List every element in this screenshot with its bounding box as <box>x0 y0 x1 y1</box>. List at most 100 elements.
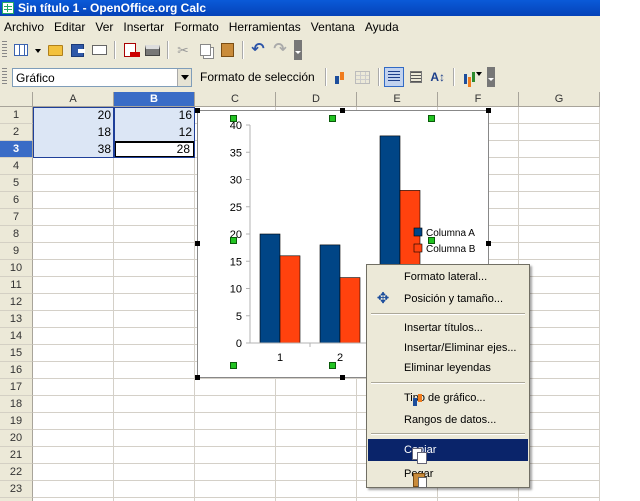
cell-b2[interactable]: 12 <box>114 124 195 141</box>
menu-formato[interactable]: Formato <box>170 16 225 38</box>
row-header-10[interactable]: 10 <box>0 260 33 277</box>
email-button[interactable] <box>89 40 109 60</box>
menu-herramientas[interactable]: Herramientas <box>225 16 307 38</box>
menu-ayuda[interactable]: Ayuda <box>361 16 405 38</box>
column-header-c[interactable]: C <box>195 92 276 107</box>
diagram-handle[interactable] <box>230 115 237 122</box>
column-header-b[interactable]: B <box>114 92 195 107</box>
menu-item-tipo-grafico[interactable]: Tipo de gráfico... <box>368 387 528 409</box>
resize-handle-nw[interactable] <box>195 108 200 113</box>
resize-handle-n[interactable] <box>340 108 345 113</box>
diagram-handle[interactable] <box>230 362 237 369</box>
column-header-g[interactable]: G <box>519 92 600 107</box>
diagram-handle[interactable] <box>428 237 435 244</box>
row-header-22[interactable]: 22 <box>0 464 33 481</box>
row-header-4[interactable]: 4 <box>0 158 33 175</box>
row-header-5[interactable]: 5 <box>0 175 33 192</box>
row-header-21[interactable]: 21 <box>0 447 33 464</box>
resize-handle-w[interactable] <box>195 241 200 246</box>
row-header-7[interactable]: 7 <box>0 209 33 226</box>
row-header-6[interactable]: 6 <box>0 192 33 209</box>
column-header-a[interactable]: A <box>33 92 114 107</box>
row-header-1[interactable]: 1 <box>0 107 33 124</box>
column-header-d[interactable]: D <box>276 92 357 107</box>
print-button[interactable] <box>142 40 162 60</box>
y-tick-label: 0 <box>236 338 242 350</box>
menu-item-pegar[interactable]: Pegar <box>368 463 528 485</box>
legend-swatch <box>413 227 423 237</box>
row-header-14[interactable]: 14 <box>0 328 33 345</box>
row-header-2[interactable]: 2 <box>0 124 33 141</box>
select-all-corner[interactable] <box>0 92 33 107</box>
row-header-9[interactable]: 9 <box>0 243 33 260</box>
toolbar-overflow-button[interactable] <box>486 67 495 87</box>
undo-button[interactable]: ↶ <box>248 40 268 60</box>
row-header-17[interactable]: 17 <box>0 379 33 396</box>
chart-type-button[interactable] <box>331 67 351 87</box>
cut-button[interactable]: ✂ <box>173 40 193 60</box>
legend-toggle[interactable] <box>406 67 426 87</box>
row-header-19[interactable]: 19 <box>0 413 33 430</box>
menu-ventana[interactable]: Ventana <box>307 16 361 38</box>
diagram-handle[interactable] <box>329 362 336 369</box>
toolbar-grip[interactable] <box>2 41 7 59</box>
horizontal-grids-toggle[interactable] <box>383 67 404 87</box>
save-button[interactable] <box>67 40 87 60</box>
diagram-handle[interactable] <box>230 237 237 244</box>
column-header-f[interactable]: F <box>438 92 519 107</box>
chart-element-select[interactable]: Gráfico <box>12 67 192 87</box>
row-header-12[interactable]: 12 <box>0 294 33 311</box>
legend-icon <box>409 71 422 83</box>
menu-insertar[interactable]: Insertar <box>119 16 170 38</box>
insert-chart-elements-button[interactable] <box>459 67 483 87</box>
redo-button[interactable]: ↷ <box>270 40 290 60</box>
row-header-3[interactable]: 3 <box>0 141 33 158</box>
cell-b1[interactable]: 16 <box>114 107 195 124</box>
diagram-handle[interactable] <box>329 115 336 122</box>
cell-b3-active[interactable]: 28 <box>114 141 195 158</box>
y-tick-label: 5 <box>236 311 242 323</box>
menu-item-insertar-titulos[interactable]: Insertar títulos... <box>368 317 528 339</box>
row-header-13[interactable]: 13 <box>0 311 33 328</box>
row-header-18[interactable]: 18 <box>0 396 33 413</box>
new-document-button[interactable] <box>11 40 31 60</box>
scale-text-button[interactable]: A↕ <box>428 67 448 87</box>
menu-item-copiar[interactable]: Copiar <box>368 439 528 461</box>
diagram-handle[interactable] <box>428 115 435 122</box>
column-header-e[interactable]: E <box>357 92 438 107</box>
row-header-8[interactable]: 8 <box>0 226 33 243</box>
menu-item-insertar-eliminar-ejes[interactable]: Insertar/Eliminar ejes... <box>368 337 528 359</box>
cell-a1[interactable]: 20 <box>33 107 114 124</box>
menu-archivo[interactable]: Archivo <box>0 16 50 38</box>
row-header-15[interactable]: 15 <box>0 345 33 362</box>
toolbar-grip[interactable] <box>2 68 7 86</box>
row-header-20[interactable]: 20 <box>0 430 33 447</box>
selection-format-button[interactable]: Formato de selección <box>200 70 315 84</box>
chart-legend[interactable]: Columna AColumna B <box>413 227 476 255</box>
menu-ver[interactable]: Ver <box>91 16 119 38</box>
menu-item-eliminar-leyendas[interactable]: Eliminar leyendas <box>368 357 528 379</box>
menu-item-rangos-datos[interactable]: Rangos de datos... <box>368 409 528 431</box>
menu-item-posicion-tamano[interactable]: ✥ Posición y tamaño... <box>368 288 528 310</box>
paste-button[interactable] <box>217 40 237 60</box>
row-header-11[interactable]: 11 <box>0 277 33 294</box>
cell-a2[interactable]: 18 <box>33 124 114 141</box>
open-button[interactable] <box>45 40 65 60</box>
export-pdf-button[interactable] <box>120 40 140 60</box>
cell-a3[interactable]: 38 <box>33 141 114 158</box>
floppy-disk-icon <box>70 43 85 57</box>
chevron-down-icon[interactable] <box>177 68 191 86</box>
toolbar-overflow-button[interactable] <box>294 40 302 60</box>
resize-handle-sw[interactable] <box>195 375 200 380</box>
copy-button[interactable] <box>195 40 215 60</box>
menu-editar[interactable]: Editar <box>50 16 91 38</box>
row-header-23[interactable]: 23 <box>0 481 33 498</box>
resize-handle-e[interactable] <box>486 241 491 246</box>
resize-handle-ne[interactable] <box>486 108 491 113</box>
row-header-16[interactable]: 16 <box>0 362 33 379</box>
data-table-button[interactable] <box>353 67 373 87</box>
resize-handle-s[interactable] <box>340 375 345 380</box>
bar-columna-a-1 <box>259 233 281 344</box>
menu-item-formato-lateral[interactable]: Formato lateral... <box>368 266 528 288</box>
new-dropdown-button[interactable] <box>33 40 43 60</box>
